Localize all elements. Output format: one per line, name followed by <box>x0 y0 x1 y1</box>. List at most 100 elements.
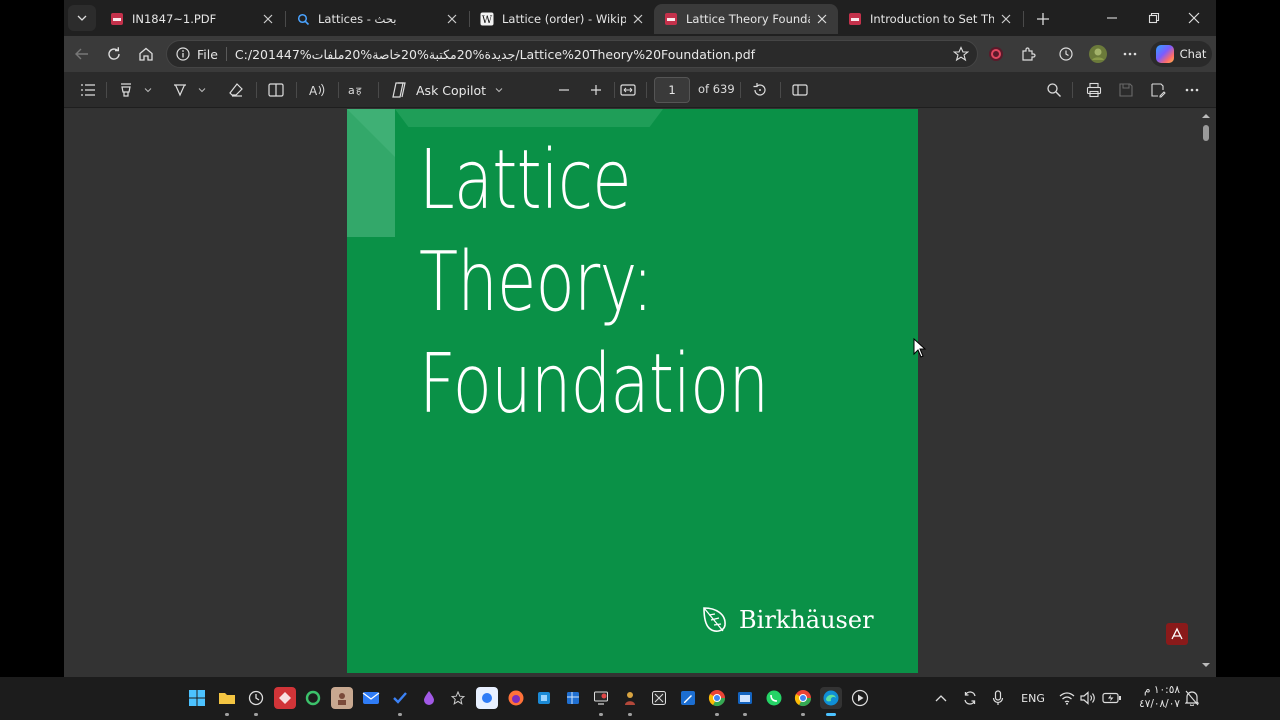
page-number-input[interactable]: 1 <box>654 77 690 103</box>
scroll-up-icon[interactable] <box>1200 111 1212 121</box>
app-photo-icon[interactable] <box>331 687 353 709</box>
app-grid-icon[interactable] <box>562 687 584 709</box>
find-icon[interactable] <box>1042 77 1066 103</box>
media-player-icon[interactable] <box>849 687 871 709</box>
app-person-icon[interactable] <box>619 687 641 716</box>
save-as-icon[interactable] <box>1146 77 1170 103</box>
home-button[interactable] <box>132 40 160 68</box>
favorite-star-icon[interactable] <box>947 42 975 66</box>
tab-in1847[interactable]: IN1847~1.PDF <box>100 4 284 34</box>
close-icon[interactable] <box>814 11 830 27</box>
close-icon[interactable] <box>998 11 1014 27</box>
tab-title: Lattices - بحث <box>318 12 397 26</box>
edge-icon[interactable] <box>820 687 842 716</box>
eraser-icon[interactable] <box>224 77 248 103</box>
app-red-icon[interactable] <box>274 687 296 709</box>
back-button[interactable] <box>68 40 96 68</box>
extension-red-icon[interactable] <box>982 40 1010 68</box>
draw-icon[interactable] <box>168 77 192 103</box>
app-edit-icon[interactable] <box>677 687 699 709</box>
zoom-out-button[interactable] <box>552 77 576 103</box>
clock-app-icon[interactable] <box>245 687 267 716</box>
tab-lattice-theory-foundation[interactable]: Lattice Theory Foundation.pdf <box>654 4 838 34</box>
tab-intro-set-theory[interactable]: Introduction to Set Theory, <box>838 4 1022 34</box>
close-icon[interactable] <box>630 11 646 27</box>
app-blue-square-icon[interactable] <box>533 687 555 709</box>
print-icon[interactable] <box>1082 77 1106 103</box>
close-icon <box>1188 12 1200 24</box>
url-text[interactable]: C:/201447%جديدة%20مكتبة%20خاصة%20ملفات/L… <box>235 47 947 62</box>
toolbar-separator <box>256 82 257 98</box>
plus-icon <box>591 85 601 95</box>
refresh-button[interactable] <box>100 40 128 68</box>
minimize-button[interactable] <box>1092 4 1132 32</box>
onenote-icon[interactable] <box>418 687 440 709</box>
chrome-profile-icon[interactable] <box>792 687 814 716</box>
microphone-icon[interactable] <box>989 688 1007 708</box>
wifi-icon[interactable] <box>1058 688 1076 708</box>
snipping-tool-icon[interactable] <box>648 687 670 709</box>
history-icon[interactable] <box>1052 40 1080 68</box>
read-aloud-icon[interactable]: A <box>304 77 330 103</box>
close-icon[interactable] <box>444 11 460 27</box>
table-of-contents-icon[interactable] <box>76 77 100 103</box>
search-icon <box>296 12 310 26</box>
birkhauser-leaf-icon <box>703 607 726 632</box>
vertical-scrollbar[interactable] <box>1200 109 1212 677</box>
tab-wikipedia[interactable]: W Lattice (order) - Wikipedia <box>470 4 654 34</box>
tab-list-button[interactable] <box>68 5 96 31</box>
mail-icon[interactable] <box>360 687 382 709</box>
highlight-dropdown-chevron-icon[interactable] <box>140 77 156 103</box>
todo-icon[interactable] <box>389 687 411 716</box>
firefox-icon[interactable] <box>505 687 527 709</box>
file-explorer-icon[interactable] <box>216 687 238 716</box>
translate-icon[interactable]: aह <box>344 77 370 103</box>
refresh-icon <box>108 47 120 60</box>
volume-icon[interactable] <box>1079 688 1097 708</box>
adobe-acrobat-icon[interactable] <box>1166 623 1188 645</box>
app-star-icon[interactable] <box>447 687 469 709</box>
ask-copilot-button[interactable]: Ask Copilot <box>390 77 503 103</box>
page-view-icon[interactable] <box>264 77 288 103</box>
close-icon[interactable] <box>260 11 276 27</box>
battery-icon[interactable] <box>1101 688 1123 708</box>
highlight-icon[interactable] <box>114 77 138 103</box>
zoom-in-button[interactable] <box>584 77 608 103</box>
whatsapp-icon[interactable] <box>763 687 785 709</box>
more-options-icon[interactable] <box>1180 77 1204 103</box>
input-language-indicator[interactable]: ENG <box>1016 688 1050 708</box>
windows-taskbar: ENG ١٠:٥٨ م ٤٧/٠٨/٠٧ <box>0 677 1280 720</box>
copilot-icon <box>1155 45 1174 63</box>
tab-lattices-search[interactable]: Lattices - بحث <box>286 4 468 34</box>
tab-title: Lattice (order) - Wikipedia <box>502 12 626 26</box>
toolbar-separator <box>378 82 379 98</box>
app-blue-badge-icon[interactable] <box>476 687 498 709</box>
publisher-logo: Birkhäuser <box>701 605 874 635</box>
info-icon[interactable] <box>175 46 191 62</box>
new-tab-button[interactable] <box>1030 6 1056 32</box>
fit-width-icon[interactable] <box>616 77 640 103</box>
pdf-document-area[interactable]: Lattice Theory: Foundation Birkhäuser <box>64 109 1216 677</box>
scroll-down-icon[interactable] <box>1200 660 1212 670</box>
close-window-button[interactable] <box>1174 4 1214 32</box>
more-options-icon[interactable] <box>1116 40 1144 68</box>
rotate-icon[interactable] <box>748 77 772 103</box>
taskbar-clock[interactable]: ١٠:٥٨ م ٤٧/٠٨/٠٧ <box>1130 683 1180 711</box>
app-green-circle-icon[interactable] <box>302 687 324 709</box>
two-page-view-icon[interactable] <box>788 77 812 103</box>
windows-start-icon[interactable] <box>186 687 208 709</box>
scrollbar-thumb[interactable] <box>1203 125 1209 141</box>
address-bar[interactable]: File C:/201447%جديدة%20مكتبة%20خاصة%20مل… <box>166 40 978 68</box>
draw-dropdown-chevron-icon[interactable] <box>194 77 210 103</box>
copilot-chat-button[interactable]: Chat <box>1150 41 1212 67</box>
chrome-icon[interactable] <box>706 687 728 716</box>
notifications-bell-icon[interactable] <box>1184 688 1200 708</box>
extensions-puzzle-icon[interactable] <box>1014 40 1042 68</box>
sync-icon[interactable] <box>960 688 980 708</box>
profile-avatar[interactable] <box>1084 40 1112 68</box>
restore-button[interactable] <box>1134 4 1174 32</box>
app-screen-icon[interactable] <box>590 687 612 716</box>
save-icon[interactable] <box>1114 77 1138 103</box>
show-hidden-icons-chevron-icon[interactable] <box>932 688 950 708</box>
app-window-icon[interactable] <box>734 687 756 716</box>
